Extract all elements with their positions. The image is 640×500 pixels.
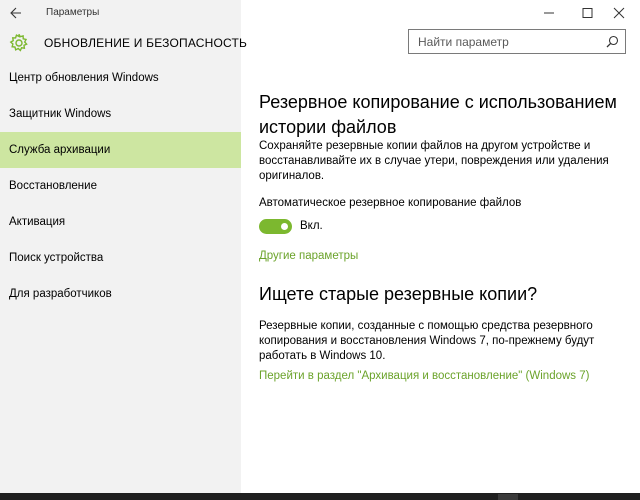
old-backups-description: Резервные копии, созданные с помощью сре… (259, 320, 595, 362)
search-input[interactable] (409, 30, 608, 53)
sidebar-item-windows-defender[interactable]: Защитник Windows (0, 96, 241, 132)
sidebar-item-backup[interactable]: Служба архивации (0, 132, 241, 168)
sidebar-item-activation[interactable]: Активация (0, 204, 241, 240)
back-arrow-icon (10, 7, 21, 19)
sidebar-item-recovery[interactable]: Восстановление (0, 168, 241, 204)
sidebar-item-find-device[interactable]: Поиск устройства (0, 240, 241, 276)
toggle-knob (281, 223, 288, 230)
section-title: ОБНОВЛЕНИЕ И БЕЗОПАСНОСТЬ (44, 36, 248, 50)
backup-restore-win7-link[interactable]: Перейти в раздел "Архивация и восстановл… (259, 370, 589, 382)
window-title: Параметры (46, 7, 100, 18)
toggle-state-label: Вкл. (300, 220, 323, 232)
sidebar-item-developers[interactable]: Для разработчиков (0, 276, 241, 312)
search-icon[interactable] (606, 35, 619, 48)
auto-backup-toggle[interactable] (259, 219, 292, 234)
gear-icon (9, 33, 28, 52)
maximize-button[interactable] (572, 2, 602, 24)
taskbar-item[interactable] (498, 494, 518, 500)
title-bar: Параметры (0, 0, 640, 26)
close-button[interactable] (604, 2, 634, 24)
close-icon (613, 7, 625, 19)
more-options-link[interactable]: Другие параметры (259, 250, 358, 262)
minimize-icon (544, 12, 554, 14)
backup-description: Сохраняйте резервные копии файлов на дру… (259, 140, 609, 182)
sidebar-item-windows-update[interactable]: Центр обновления Windows (0, 60, 241, 96)
back-button[interactable] (6, 3, 28, 23)
search-box[interactable] (408, 29, 626, 54)
auto-backup-label: Автоматическое резервное копирование фай… (259, 197, 522, 209)
page-title: Резервное копирование с использованием и… (259, 92, 617, 138)
taskbar (0, 493, 640, 500)
old-backups-heading: Ищете старые резервные копии? (259, 284, 538, 304)
minimize-button[interactable] (534, 2, 564, 24)
maximize-icon (582, 8, 593, 18)
